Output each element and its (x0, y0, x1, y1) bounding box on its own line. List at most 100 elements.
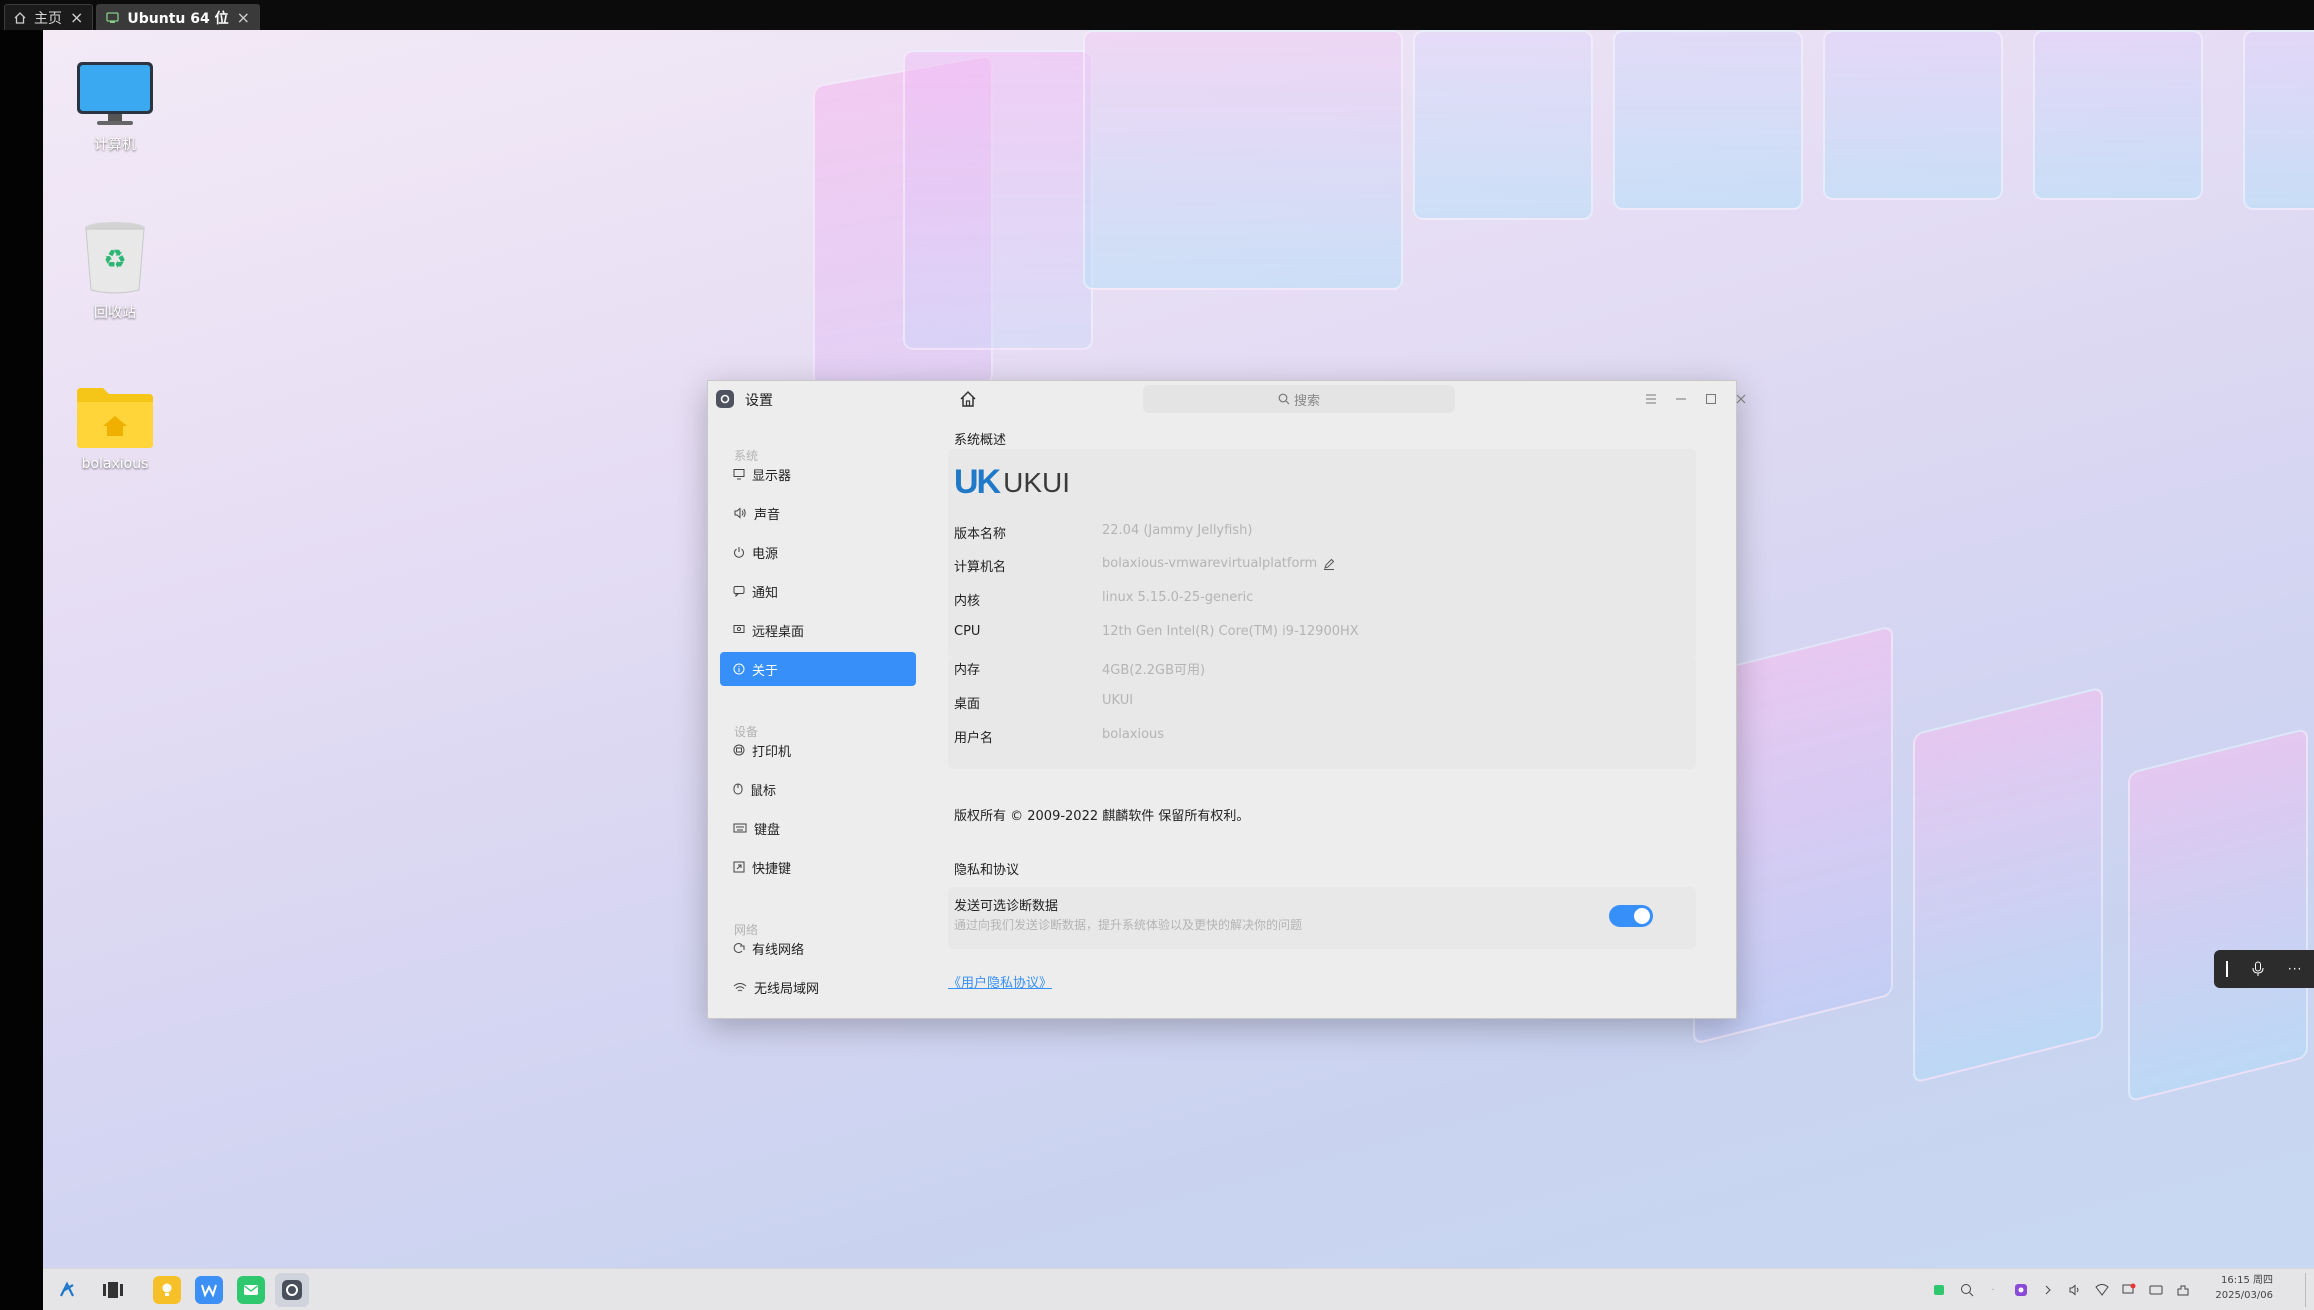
minimize-icon (1676, 398, 1686, 400)
sidebar-item-label: 关于 (752, 663, 779, 679)
desktop-icon-label: bolaxious (81, 456, 149, 472)
logo-uk: UK (954, 463, 1001, 501)
tray-volume-icon[interactable] (2067, 1282, 2083, 1298)
diagnostic-data-card: 发送可选诊断数据 通过向我们发送诊断数据，提升系统体验以及更快的解决你的问题 (948, 887, 1696, 949)
mail-icon (244, 1285, 258, 1295)
desktop-icon-computer[interactable]: 计算机 (55, 60, 175, 154)
settings-app-icon (716, 390, 734, 408)
settings-window: 设置 搜索 系统 显示器 声音 电源 通知 远程桌面 关于 设备 打印机 鼠标 … (707, 380, 1746, 1020)
home-icon (960, 390, 976, 407)
desktop-icon-home-folder[interactable]: bolaxious (55, 386, 175, 472)
privacy-agreement-link[interactable]: 《用户隐私协议》 (948, 972, 1052, 991)
sidebar-item-about[interactable]: 关于 (720, 652, 916, 686)
start-menu-button[interactable] (53, 1276, 81, 1304)
taskbar-app-wps[interactable] (195, 1276, 223, 1304)
edit-icon[interactable] (1323, 558, 1335, 570)
desktop: 计算机 ♻ 回收站 bolaxious 设置 搜索 系统 显示器 声音 电源 通… (43, 30, 2314, 1268)
speaker-icon (734, 507, 746, 519)
printer-icon (733, 744, 745, 756)
vm-tab-ubuntu[interactable]: Ubuntu 64 位 × (96, 4, 261, 30)
sidebar-item-label: 打印机 (752, 744, 792, 760)
menu-button[interactable] (1640, 388, 1662, 410)
tray-user-icon[interactable] (2175, 1282, 2191, 1298)
info-key: 内存 (954, 663, 981, 678)
diagnostic-description: 通过向我们发送诊断数据，提升系统体验以及更快的解决你的问题 (954, 918, 1303, 932)
wallpaper-panel (1823, 30, 2003, 200)
close-icon[interactable]: × (70, 8, 83, 27)
sidebar-item-wired-network[interactable]: 有线网络 (720, 931, 916, 965)
diagnostic-toggle[interactable] (1609, 905, 1653, 927)
drag-handle[interactable] (2225, 961, 2228, 977)
sidebar-item-display[interactable]: 显示器 (720, 457, 916, 491)
monitor-icon (733, 469, 745, 480)
sidebar-item-sound[interactable]: 声音 (720, 496, 916, 530)
toggle-knob (1634, 908, 1650, 924)
tray-expand-icon[interactable] (2040, 1282, 2056, 1298)
multitask-icon (103, 1282, 123, 1298)
show-desktop-button[interactable] (2305, 1273, 2306, 1307)
search-input[interactable]: 搜索 (1143, 385, 1455, 413)
vm-tab-home[interactable]: 主页 × (4, 4, 94, 30)
tray-network-icon[interactable] (2094, 1282, 2110, 1298)
tray-search-icon[interactable] (1959, 1282, 1975, 1298)
close-icon[interactable]: × (237, 8, 250, 27)
sidebar-item-label: 无线局域网 (754, 981, 820, 997)
info-icon (733, 663, 745, 675)
info-value: bolaxious (1102, 727, 1165, 742)
info-value-wrap: bolaxious-vmwarevirtualplatform (1102, 556, 1335, 571)
sidebar-item-shortcuts[interactable]: 快捷键 (720, 850, 916, 884)
minimize-button[interactable] (1670, 388, 1692, 410)
more-icon[interactable]: ··· (2288, 962, 2302, 976)
taskbar-app-mail[interactable] (237, 1276, 265, 1304)
taskbar-app-settings-active[interactable] (275, 1273, 309, 1307)
info-key: 计算机名 (954, 560, 1007, 575)
multitask-view-button[interactable] (99, 1276, 127, 1304)
clock[interactable]: 16:15 周四 2025/03/06 (2203, 1273, 2273, 1303)
sidebar-item-mouse[interactable]: 鼠标 (720, 772, 916, 806)
desktop-icon-trash[interactable]: ♻ 回收站 (55, 220, 175, 322)
sidebar-item-keyboard[interactable]: 键盘 (720, 811, 916, 845)
tray-notification-icon[interactable] (2121, 1282, 2137, 1298)
info-row-memory: 内存 4GB(2.2GB可用) (954, 659, 1654, 679)
menu-icon (1646, 394, 1656, 404)
wallpaper-panel (2033, 30, 2203, 200)
keyboard-icon (733, 823, 747, 833)
sidebar-item-remote-desktop[interactable]: 远程桌面 (720, 613, 916, 647)
recycle-bin-icon: ♻ (85, 222, 145, 294)
svg-text:♻: ♻ (103, 245, 126, 275)
section-title-privacy: 隐私和协议 (954, 863, 1020, 878)
vm-left-border (0, 30, 43, 1310)
sidebar-item-label: 有线网络 (752, 942, 805, 958)
tray-input-method-icon[interactable] (2013, 1282, 2029, 1298)
info-row-kernel: 内核 linux 5.15.0-25-generic (954, 590, 1654, 610)
about-page: 系统概述 UK UKUI 版本名称 22.04 (Jammy Jellyfish… (926, 417, 1738, 1020)
info-key: CPU (954, 624, 981, 639)
tray-clipboard-icon[interactable] (1931, 1282, 1947, 1298)
mouse-icon (733, 783, 743, 795)
lightbulb-icon (162, 1283, 172, 1296)
info-key: 桌面 (954, 697, 981, 712)
microphone-icon[interactable] (2251, 961, 2265, 977)
info-row-cpu: CPU 12th Gen Intel(R) Core(TM) i9-12900H… (954, 624, 1654, 644)
clock-time: 16:15 周四 (2221, 1275, 2273, 1286)
folder-icon (77, 388, 153, 448)
sidebar-item-printer[interactable]: 打印机 (720, 733, 916, 767)
wallpaper-panel (1913, 686, 2103, 1084)
home-button[interactable] (956, 387, 980, 411)
info-row-version: 版本名称 22.04 (Jammy Jellyfish) (954, 523, 1654, 543)
close-icon (1736, 394, 1746, 404)
maximize-button[interactable] (1700, 388, 1722, 410)
wired-network-icon (733, 943, 745, 953)
clock-date: 2025/03/06 (2215, 1290, 2273, 1301)
sidebar-item-notification[interactable]: 通知 (720, 574, 916, 608)
sidebar-item-power[interactable]: 电源 (720, 535, 916, 569)
system-info-card-lower: 内存 4GB(2.2GB可用) 桌面 UKUI 用户名 bolaxious (948, 659, 1696, 769)
close-button[interactable] (1730, 388, 1752, 410)
sidebar-item-wlan[interactable]: 无线局域网 (720, 970, 916, 1004)
tray-keyboard-icon[interactable] (2148, 1282, 2164, 1298)
ukui-logo: UK UKUI (954, 463, 1070, 502)
taskbar-app-tips[interactable] (153, 1276, 181, 1304)
info-row-username: 用户名 bolaxious (954, 727, 1654, 747)
info-value: 22.04 (Jammy Jellyfish) (1102, 523, 1253, 538)
wallpaper-panel (903, 50, 1093, 350)
